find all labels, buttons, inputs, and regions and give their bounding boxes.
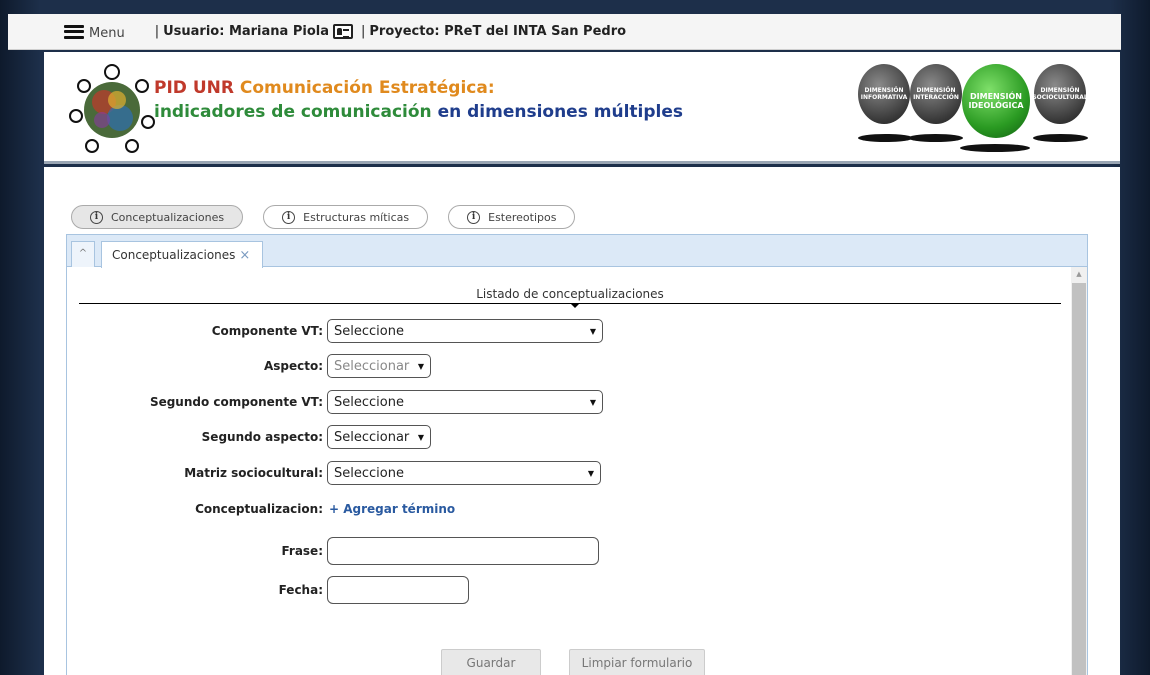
save-button[interactable]: Guardar: [441, 649, 541, 675]
caret-down-icon: ▼: [417, 432, 424, 442]
componente-vt-label: Componente VT:: [211, 324, 323, 338]
tab-estructuras-miticas[interactable]: i Estructuras míticas: [263, 205, 429, 229]
dimension-informativa-button[interactable]: DIMENSIÓN INFORMATIVA: [858, 64, 910, 124]
caret-down-icon: ▼: [417, 361, 424, 371]
frase-input[interactable]: [327, 537, 599, 565]
fecha-label: Fecha:: [278, 583, 323, 597]
segundo-aspecto-label: Segundo aspecto:: [201, 430, 323, 444]
row-matriz: Matriz sociocultural: Seleccione ▼: [79, 461, 601, 485]
tab-panel: ^ Conceptualizaciones × Listado de conce…: [66, 234, 1088, 675]
row-conceptualizacion: Conceptualizacion: + Agregar término: [79, 500, 455, 518]
row-fecha: Fecha:: [79, 576, 469, 604]
main-content: i Conceptualizaciones i Estructuras míti…: [44, 167, 1120, 675]
user-name: Usuario: Mariana Piola: [163, 24, 329, 39]
conceptualizacion-label: Conceptualizacion:: [195, 502, 323, 516]
add-term-link[interactable]: + Agregar término: [329, 502, 455, 516]
scrollbar[interactable]: ▲: [1071, 267, 1087, 675]
project-name: Proyecto: PReT del INTA San Pedro: [369, 24, 627, 39]
dimension-interaccion-button[interactable]: DIMENSIÓN INTERACCIÓN: [910, 64, 962, 124]
dimension-selector: DIMENSIÓN INFORMATIVA DIMENSIÓN INTERACC…: [858, 64, 1108, 159]
dimension-sociocultural-button[interactable]: DIMENSIÓN SOCIOCULTURAL: [1032, 64, 1088, 124]
tab-label: Estereotipos: [488, 210, 557, 224]
header-title-line1: PID UNR Comunicación Estratégica:: [154, 78, 495, 98]
id-card-icon[interactable]: [332, 24, 353, 39]
header-title-line2: indicadores de comunicación en dimension…: [154, 102, 683, 122]
tab-strip: ^ Conceptualizaciones ×: [67, 235, 1087, 268]
title-dimensiones: en dimensiones múltiples: [437, 102, 683, 122]
title-pid: PID UNR: [154, 78, 234, 98]
matriz-label: Matriz sociocultural:: [184, 466, 323, 480]
row-aspecto: Aspecto: Seleccionar ▼: [79, 354, 431, 378]
project-logo: [69, 64, 155, 153]
segundo-componente-select[interactable]: Seleccione ▼: [327, 390, 603, 414]
title-indicadores: indicadores de comunicación: [154, 102, 432, 122]
list-title[interactable]: Listado de conceptualizaciones: [79, 287, 1061, 308]
hamburger-icon[interactable]: [64, 24, 84, 39]
tab-conceptualizaciones-open[interactable]: Conceptualizaciones ×: [101, 241, 264, 268]
tab-estereotipos[interactable]: i Estereotipos: [448, 205, 576, 229]
tab-conceptualizaciones[interactable]: i Conceptualizaciones: [71, 205, 244, 229]
caret-down-icon: ▼: [589, 326, 596, 336]
segundo-aspecto-select[interactable]: Seleccionar ▼: [327, 425, 431, 449]
dimension-ideologica-button[interactable]: DIMENSIÓN IDEOLÓGICA: [962, 64, 1030, 138]
caret-down-icon: ▼: [587, 468, 594, 478]
frase-label: Frase:: [281, 544, 323, 558]
fecha-input[interactable]: [327, 576, 469, 604]
collapse-icon[interactable]: ^: [71, 241, 95, 267]
aspecto-select[interactable]: Seleccionar ▼: [327, 354, 431, 378]
site-header: PID UNR Comunicación Estratégica: indica…: [44, 52, 1120, 164]
row-componente-vt: Componente VT: Seleccione ▼: [79, 319, 603, 343]
row-frase: Frase:: [79, 537, 599, 565]
row-segundo-aspecto: Segundo aspecto: Seleccionar ▼: [79, 425, 431, 449]
info-icon: i: [282, 210, 296, 224]
matriz-select[interactable]: Seleccione ▼: [327, 461, 601, 485]
row-segundo-componente: Segundo componente VT: Seleccione ▼: [79, 390, 603, 414]
session-info: | Usuario: Mariana Piola | Proyecto: PRe…: [154, 24, 627, 39]
tab-label: Estructuras míticas: [303, 210, 410, 224]
clear-form-button[interactable]: Limpiar formulario: [569, 649, 705, 675]
top-bar: Menu | Usuario: Mariana Piola | Proyecto…: [8, 14, 1121, 50]
scroll-up-icon[interactable]: ▲: [1071, 267, 1087, 281]
aspecto-label: Aspecto:: [263, 359, 323, 373]
tab-label: Conceptualizaciones: [111, 210, 225, 224]
segundo-componente-label: Segundo componente VT:: [149, 395, 323, 409]
info-icon: i: [467, 210, 481, 224]
close-icon[interactable]: ×: [239, 248, 250, 263]
info-icon: i: [90, 210, 103, 224]
componente-vt-select[interactable]: Seleccione ▼: [327, 319, 603, 343]
scroll-thumb[interactable]: [1072, 283, 1086, 675]
menu-label[interactable]: Menu: [89, 26, 125, 41]
caret-down-icon: ▼: [589, 397, 596, 407]
open-tab-label: Conceptualizaciones: [112, 248, 236, 262]
section-tabs: i Conceptualizaciones i Estructuras míti…: [71, 205, 595, 229]
title-ce: Comunicación Estratégica:: [239, 78, 495, 98]
menu-button[interactable]: Menu: [64, 22, 125, 41]
